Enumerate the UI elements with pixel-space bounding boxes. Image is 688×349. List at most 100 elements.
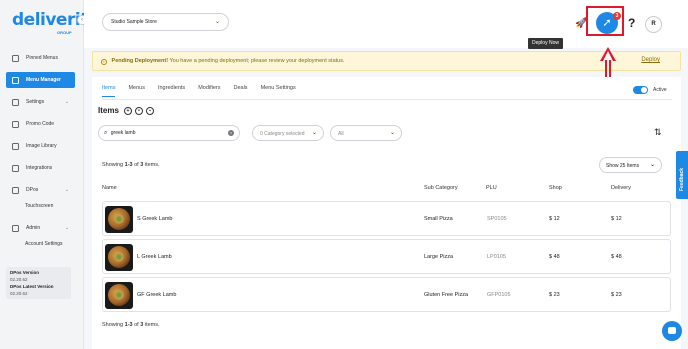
main-content: Items Menus Ingredients Modifiers Deals … xyxy=(92,77,681,349)
category-filter[interactable]: 0 Category selected ⌄ xyxy=(252,125,324,141)
header-sub-category[interactable]: Sub Category xyxy=(424,185,458,191)
item-shop-price: $ 23 xyxy=(549,292,560,298)
table-row[interactable]: S Greek Lamb Small Pizza SP0105 $ 12 $ 1… xyxy=(102,201,671,236)
feedback-tab[interactable]: Feedback xyxy=(676,151,688,199)
search-input[interactable]: ⌕ greek lamb × xyxy=(98,125,240,141)
item-thumbnail xyxy=(105,206,133,233)
menu-icon xyxy=(12,76,19,84)
table-row[interactable]: L Greek Lamb Large Pizza LP0105 $ 48 $ 4… xyxy=(102,239,671,274)
sidebar-item-pinned-menus[interactable]: Pinned Menus xyxy=(6,50,75,66)
admin-icon xyxy=(12,224,19,232)
store-select[interactable]: Studio Sample Store ⌄ xyxy=(102,13,229,31)
plug-icon xyxy=(12,164,19,172)
tab-items[interactable]: Items xyxy=(102,85,116,97)
chevron-down-icon: ⌄ xyxy=(389,130,395,136)
pin-icon xyxy=(12,54,19,62)
search-icon: ⌕ xyxy=(104,130,108,136)
top-bar: Studio Sample Store ⌄ 🚀 ➚ 3 ? R xyxy=(84,0,688,48)
sidebar-item-label: Settings xyxy=(26,99,45,105)
dpos-version-label: DPos Version xyxy=(10,270,40,275)
item-shop-price: $ 48 xyxy=(549,254,560,260)
sidebar: deliverit GROUP ‹ Pinned Menus Menu Mana… xyxy=(0,0,88,349)
chevron-down-icon: ⌄ xyxy=(64,99,69,105)
item-name: L Greek Lamb xyxy=(137,254,172,260)
item-plu: SP0105 xyxy=(487,216,507,222)
header-delivery[interactable]: Delivery xyxy=(611,185,631,191)
version-info: DPos Version 02.20.62 DPos Latest Versio… xyxy=(6,267,71,299)
dpos-latest-value: 02.20.62 xyxy=(10,291,28,296)
header-plu[interactable]: PLU xyxy=(486,185,497,191)
store-select-value: Studio Sample Store xyxy=(111,19,157,25)
status-filter[interactable]: All ⌄ xyxy=(330,125,402,141)
sidebar-item-integrations[interactable]: Integrations xyxy=(6,160,75,176)
status-filter-value: All xyxy=(338,131,344,137)
showing-prefix: Showing xyxy=(102,162,125,168)
item-delivery-price: $ 48 xyxy=(611,254,622,260)
deploy-link[interactable]: Deploy xyxy=(641,57,660,63)
header-shop[interactable]: Shop xyxy=(549,185,562,191)
table-row[interactable]: GF Greek Lamb Gluten Free Pizza GFP0105 … xyxy=(102,277,671,312)
dpos-version-value: 02.20.62 xyxy=(10,277,28,282)
highlight-box xyxy=(586,6,624,36)
sort-icon[interactable]: ⇅ xyxy=(654,127,662,138)
item-name: S Greek Lamb xyxy=(137,216,173,222)
tag-icon xyxy=(12,120,19,128)
alert-title: Pending Deployment! xyxy=(111,58,169,64)
tab-menu-settings[interactable]: Menu Settings xyxy=(261,85,296,97)
chevron-down-icon: ⌄ xyxy=(64,187,69,193)
tab-menus[interactable]: Menus xyxy=(128,85,145,97)
sidebar-subitem-account-settings[interactable]: Account Settings xyxy=(25,241,63,247)
category-filter-value: 0 Category selected xyxy=(260,131,305,137)
alert-message: You have a pending deployment; please re… xyxy=(169,58,345,64)
chevron-down-icon: ⌄ xyxy=(311,130,317,136)
sidebar-item-settings[interactable]: Settings ⌄ xyxy=(6,94,75,110)
item-plu: GFP0105 xyxy=(487,292,511,298)
showing-count-bottom: Showing 1-3 of 3 items. xyxy=(102,322,160,328)
item-delivery-price: $ 12 xyxy=(611,216,622,222)
sidebar-item-label: Pinned Menus xyxy=(26,55,58,61)
active-toggle-label: Active xyxy=(653,87,667,93)
logo-subtext: GROUP xyxy=(57,30,72,35)
avatar[interactable]: R xyxy=(645,16,662,33)
item-sub-category: Gluten Free Pizza xyxy=(424,292,469,298)
section-title: Items xyxy=(98,106,119,115)
image-icon xyxy=(12,142,19,150)
sidebar-item-label: DPos xyxy=(26,187,39,193)
tab-bar: Items Menus Ingredients Modifiers Deals … xyxy=(102,85,309,97)
settings-circle-button[interactable]: • xyxy=(135,107,143,115)
showing-suffix: items. xyxy=(143,162,160,168)
delete-circle-button[interactable]: ▪ xyxy=(146,107,154,115)
sidebar-item-promo-code[interactable]: Promo Code xyxy=(6,116,75,132)
item-sub-category: Small Pizza xyxy=(424,216,453,222)
chat-icon[interactable] xyxy=(662,321,682,341)
sidebar-item-label: Image Library xyxy=(26,143,57,149)
item-plu: LP0105 xyxy=(487,254,506,260)
sidebar-item-menu-manager[interactable]: Menu Manager xyxy=(6,72,75,88)
tab-modifiers[interactable]: Modifiers xyxy=(198,85,220,97)
sidebar-subitem-touchscreen[interactable]: Touchscreen xyxy=(25,203,53,209)
feedback-label: Feedback xyxy=(679,167,685,191)
sidebar-item-label: Integrations xyxy=(26,165,53,171)
page-size-select[interactable]: Show 25 Items ⌄ xyxy=(599,157,662,173)
sidebar-item-label: Promo Code xyxy=(26,121,55,127)
sidebar-item-image-library[interactable]: Image Library xyxy=(6,138,75,154)
item-delivery-price: $ 23 xyxy=(611,292,622,298)
pos-icon xyxy=(12,186,19,194)
active-toggle[interactable] xyxy=(633,86,648,94)
item-sub-category: Large Pizza xyxy=(424,254,454,260)
showing-range: 1-3 xyxy=(124,322,133,328)
item-thumbnail xyxy=(105,282,133,309)
chevron-down-icon: ⌄ xyxy=(64,225,69,231)
tab-ingredients[interactable]: Ingredients xyxy=(158,85,185,97)
search-value: greek lamb xyxy=(110,130,136,136)
help-icon[interactable]: ? xyxy=(628,16,635,30)
sidebar-item-admin[interactable]: Admin ⌄ xyxy=(6,220,75,236)
sidebar-item-dpos[interactable]: DPos ⌄ xyxy=(6,182,75,198)
deploy-tooltip: Deploy Now xyxy=(528,38,563,49)
tab-deals[interactable]: Deals xyxy=(234,85,248,97)
add-item-button[interactable]: + xyxy=(124,107,132,115)
clear-icon[interactable]: × xyxy=(228,130,234,136)
item-shop-price: $ 12 xyxy=(549,216,560,222)
showing-range: 1-3 xyxy=(124,162,133,168)
header-name[interactable]: Name xyxy=(102,185,117,191)
